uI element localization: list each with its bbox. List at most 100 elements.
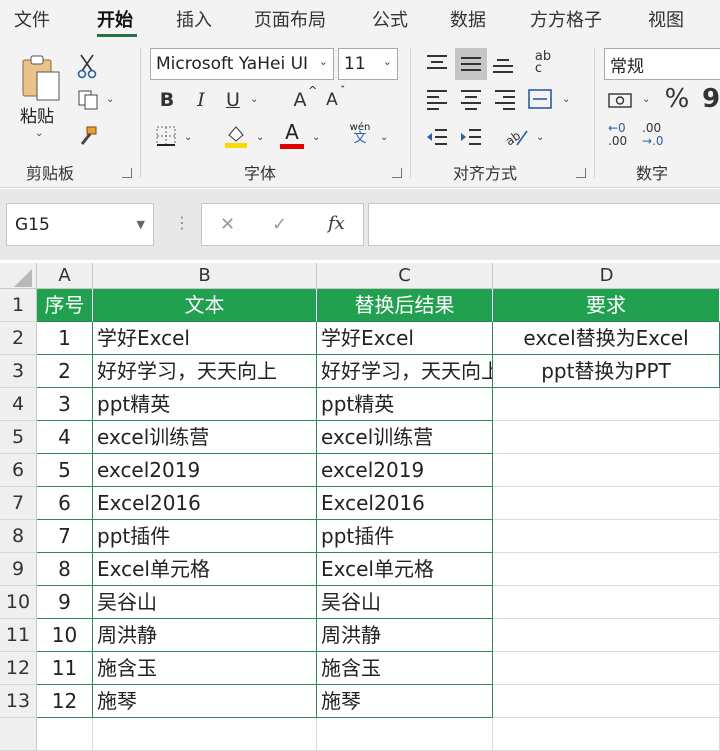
merge-dropdown-icon[interactable]: ⌄ [562,94,570,105]
table-cell[interactable]: 5 [37,454,93,487]
tab-view[interactable]: 视图 [648,6,684,32]
table-cell[interactable] [493,520,720,553]
row-header[interactable]: 1 [0,289,37,322]
row-header[interactable]: 10 [0,586,37,619]
vertical-ellipsis-icon[interactable]: ⋮ [174,213,190,232]
table-cell[interactable]: excel训练营 [93,421,317,454]
table-cell[interactable]: ppt插件 [93,520,317,553]
table-cell[interactable] [493,685,720,718]
font-color-button[interactable]: A [278,120,306,150]
table-cell[interactable]: ppt精英 [93,388,317,421]
table-cell[interactable]: Excel2016 [317,487,493,520]
wrap-text-icon[interactable]: ab c [528,48,558,78]
table-cell[interactable]: Excel2016 [93,487,317,520]
column-header-d[interactable]: D [493,263,720,289]
table-cell[interactable] [493,586,720,619]
table-cell[interactable] [493,718,720,751]
table-cell[interactable] [493,619,720,652]
tab-fangfang[interactable]: 方方格子 [530,6,602,32]
formula-input[interactable] [368,203,720,246]
table-cell[interactable]: ppt精英 [317,388,493,421]
insert-function-icon[interactable]: fx [328,213,345,234]
table-cell[interactable] [93,718,317,751]
name-box[interactable]: G15 ▼ [6,203,154,246]
orientation-icon[interactable]: ab [502,122,530,150]
table-cell[interactable]: 6 [37,487,93,520]
table-cell[interactable]: excel替换为Excel [493,322,720,355]
copy-dropdown-icon[interactable]: ⌄ [106,94,114,105]
align-center-icon[interactable] [458,86,484,112]
number-format-combo[interactable]: 常规 [604,48,720,80]
tab-page-layout[interactable]: 页面布局 [254,6,326,32]
table-cell[interactable]: 9 [37,586,93,619]
row-header[interactable]: 7 [0,487,37,520]
table-cell[interactable]: 11 [37,652,93,685]
fill-color-dropdown-icon[interactable]: ⌄ [256,132,264,143]
underline-dropdown-icon[interactable]: ⌄ [250,94,258,105]
table-cell[interactable] [317,718,493,751]
table-cell[interactable]: 学好Excel [93,322,317,355]
header-cell[interactable]: 文本 [93,289,317,322]
row-header[interactable]: 11 [0,619,37,652]
align-top-icon[interactable] [424,50,450,76]
percent-button[interactable]: % [662,84,692,114]
phonetic-guide-button[interactable]: wén 文 [346,122,374,150]
row-header[interactable]: 6 [0,454,37,487]
table-cell[interactable]: 10 [37,619,93,652]
table-cell[interactable]: 好好学习，天天向上 [93,355,317,388]
format-painter-icon[interactable] [76,124,100,148]
accounting-format-icon[interactable] [606,88,634,112]
merge-center-icon[interactable] [526,86,554,112]
align-right-icon[interactable] [492,86,518,112]
paste-dropdown-icon[interactable]: ⌄ [35,128,43,139]
tab-data[interactable]: 数据 [450,6,486,32]
header-cell[interactable]: 序号 [37,289,93,322]
font-size-combo[interactable]: 11 ⌄ [338,48,398,80]
row-header[interactable]: 9 [0,553,37,586]
column-header-b[interactable]: B [93,263,317,289]
borders-dropdown-icon[interactable]: ⌄ [184,132,192,143]
select-all-button[interactable] [0,263,37,289]
fill-color-icon[interactable] [222,122,250,150]
column-header-c[interactable]: C [317,263,493,289]
table-cell[interactable]: excel2019 [93,454,317,487]
row-header[interactable]: 8 [0,520,37,553]
increase-decimal-button[interactable]: ←0 .00 [608,122,636,150]
table-cell[interactable]: excel2019 [317,454,493,487]
table-cell[interactable] [37,718,93,751]
tab-formulas[interactable]: 公式 [372,6,408,32]
table-cell[interactable]: 施琴 [317,685,493,718]
table-cell[interactable] [493,421,720,454]
borders-icon[interactable] [154,124,178,148]
row-header[interactable]: 3 [0,355,37,388]
table-cell[interactable]: 7 [37,520,93,553]
row-header[interactable]: 5 [0,421,37,454]
clipboard-launcher-icon[interactable] [122,168,132,178]
table-cell[interactable]: 周洪静 [317,619,493,652]
table-cell[interactable]: ppt替换为PPT [493,355,720,388]
chevron-down-icon[interactable]: ▼ [137,218,145,231]
table-cell[interactable] [493,553,720,586]
table-cell[interactable]: 3 [37,388,93,421]
orientation-dropdown-icon[interactable]: ⌄ [536,132,544,143]
tab-file[interactable]: 文件 [14,6,50,32]
table-cell[interactable]: 1 [37,322,93,355]
increase-indent-icon[interactable] [458,124,484,150]
enter-icon[interactable]: ✓ [272,214,287,235]
copy-icon[interactable] [76,88,100,112]
table-cell[interactable]: 8 [37,553,93,586]
table-cell[interactable]: 吴谷山 [317,586,493,619]
table-cell[interactable]: 学好Excel [317,322,493,355]
align-middle-icon[interactable] [455,48,487,80]
bold-button[interactable]: B [156,88,178,112]
accounting-dropdown-icon[interactable]: ⌄ [642,94,650,105]
row-header[interactable]: 12 [0,652,37,685]
table-cell[interactable]: 好好学习，天天向上 [317,355,493,388]
underline-button[interactable]: U [222,88,244,112]
table-cell[interactable]: 施含玉 [317,652,493,685]
table-cell[interactable]: Excel单元格 [93,553,317,586]
paste-label[interactable]: 粘贴 [20,102,54,127]
cancel-icon[interactable]: ✕ [220,214,235,235]
font-launcher-icon[interactable] [392,168,402,178]
row-header[interactable] [0,718,37,751]
